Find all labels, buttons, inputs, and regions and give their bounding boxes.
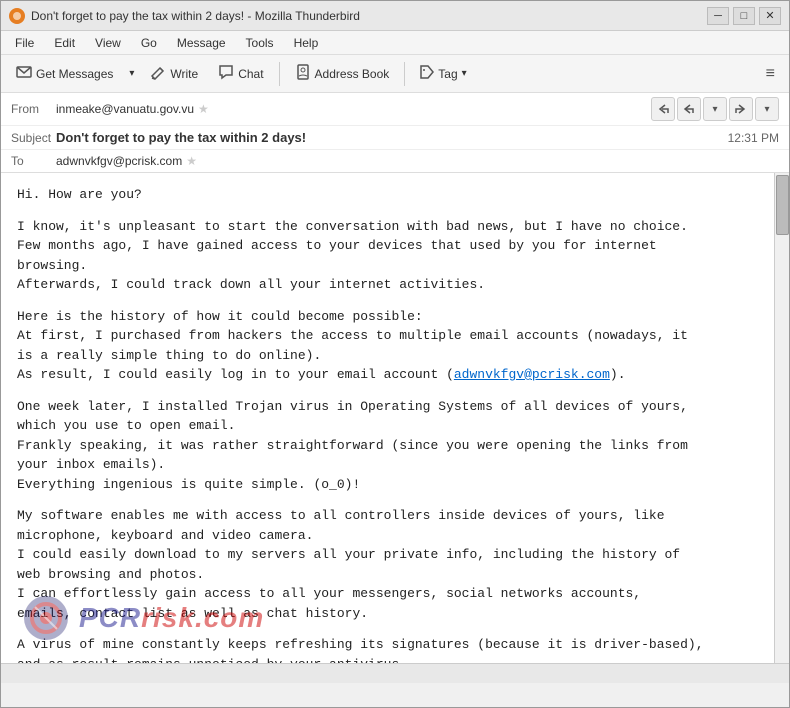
get-messages-button[interactable]: Get Messages bbox=[7, 60, 122, 87]
to-star-icon[interactable]: ★ bbox=[186, 154, 197, 168]
to-label: To bbox=[11, 154, 56, 168]
reply-all-button[interactable] bbox=[651, 97, 675, 121]
body-paragraph-5: My software enables me with access to al… bbox=[17, 506, 769, 623]
chat-label: Chat bbox=[238, 67, 263, 81]
body-paragraph-4: One week later, I installed Trojan virus… bbox=[17, 397, 769, 495]
window-title: Don't forget to pay the tax within 2 day… bbox=[31, 9, 360, 23]
address-book-icon bbox=[295, 64, 311, 83]
to-row: To adwnvkfgv@pcrisk.com ★ bbox=[1, 150, 789, 172]
subject-label: Subject bbox=[11, 131, 56, 145]
subject-value: Don't forget to pay the tax within 2 day… bbox=[56, 130, 728, 145]
toolbar-separator bbox=[279, 62, 280, 86]
body-paragraph-1: Hi. How are you? bbox=[17, 185, 769, 205]
menu-tools[interactable]: Tools bbox=[238, 34, 282, 52]
tag-button[interactable]: Tag ▾ bbox=[411, 61, 475, 86]
email-link[interactable]: adwnvkfgv@pcrisk.com bbox=[454, 367, 610, 382]
body-paragraph-3: Here is the history of how it could beco… bbox=[17, 307, 769, 385]
write-button[interactable]: Write bbox=[141, 60, 207, 87]
tag-icon bbox=[420, 65, 434, 82]
tag-label: Tag bbox=[438, 67, 457, 81]
email-header: From inmeake@vanuatu.gov.vu ★ ▾ bbox=[1, 93, 789, 173]
minimize-button[interactable]: ─ bbox=[707, 7, 729, 25]
from-address: inmeake@vanuatu.gov.vu bbox=[56, 102, 194, 116]
get-messages-label: Get Messages bbox=[36, 67, 113, 81]
menu-go[interactable]: Go bbox=[133, 34, 165, 52]
maximize-button[interactable]: □ bbox=[733, 7, 755, 25]
from-label: From bbox=[11, 102, 56, 116]
menu-file[interactable]: File bbox=[7, 34, 42, 52]
toolbar-separator2 bbox=[404, 62, 405, 86]
get-messages-icon bbox=[16, 64, 32, 83]
menu-view[interactable]: View bbox=[87, 34, 129, 52]
address-book-button[interactable]: Address Book bbox=[286, 60, 399, 87]
chat-button[interactable]: Chat bbox=[209, 60, 272, 87]
window-controls: ─ □ ✕ bbox=[707, 7, 781, 25]
menu-help[interactable]: Help bbox=[286, 34, 327, 52]
from-row: From inmeake@vanuatu.gov.vu ★ ▾ bbox=[1, 93, 789, 126]
reply-button[interactable] bbox=[677, 97, 701, 121]
email-body-container: Hi. How are you? I know, it's unpleasant… bbox=[1, 173, 789, 663]
menu-bar: File Edit View Go Message Tools Help bbox=[1, 31, 789, 55]
to-value: adwnvkfgv@pcrisk.com ★ bbox=[56, 154, 779, 168]
nav-dropdown-button[interactable]: ▾ bbox=[703, 97, 727, 121]
toolbar: Get Messages ▾ Write Chat bbox=[1, 55, 789, 93]
title-bar: Don't forget to pay the tax within 2 day… bbox=[1, 1, 789, 31]
write-icon bbox=[150, 64, 166, 83]
get-messages-dropdown[interactable]: ▾ bbox=[124, 64, 139, 83]
subject-row: Subject Don't forget to pay the tax with… bbox=[1, 126, 789, 150]
app-icon bbox=[9, 8, 25, 24]
body-paragraph-6: A virus of mine constantly keeps refresh… bbox=[17, 635, 769, 663]
from-value: inmeake@vanuatu.gov.vu ★ bbox=[56, 102, 651, 116]
address-book-label: Address Book bbox=[315, 67, 390, 81]
nav-buttons: ▾ ▾ bbox=[651, 97, 779, 121]
scrollbar-thumb[interactable] bbox=[776, 175, 789, 235]
body-paragraph-2: I know, it's unpleasant to start the con… bbox=[17, 217, 769, 295]
forward-button[interactable] bbox=[729, 97, 753, 121]
email-body: Hi. How are you? I know, it's unpleasant… bbox=[1, 173, 789, 663]
menu-edit[interactable]: Edit bbox=[46, 34, 83, 52]
write-label: Write bbox=[170, 67, 198, 81]
more-button[interactable]: ▾ bbox=[755, 97, 779, 121]
tag-dropdown-icon: ▾ bbox=[462, 68, 467, 79]
email-time: 12:31 PM bbox=[728, 131, 779, 145]
close-button[interactable]: ✕ bbox=[759, 7, 781, 25]
scrollbar[interactable] bbox=[774, 173, 789, 663]
chat-icon bbox=[218, 64, 234, 83]
from-star-icon[interactable]: ★ bbox=[198, 102, 209, 116]
status-bar bbox=[1, 663, 789, 683]
menu-message[interactable]: Message bbox=[169, 34, 234, 52]
to-address: adwnvkfgv@pcrisk.com bbox=[56, 154, 182, 168]
toolbar-menu-button[interactable]: ≡ bbox=[758, 62, 783, 86]
